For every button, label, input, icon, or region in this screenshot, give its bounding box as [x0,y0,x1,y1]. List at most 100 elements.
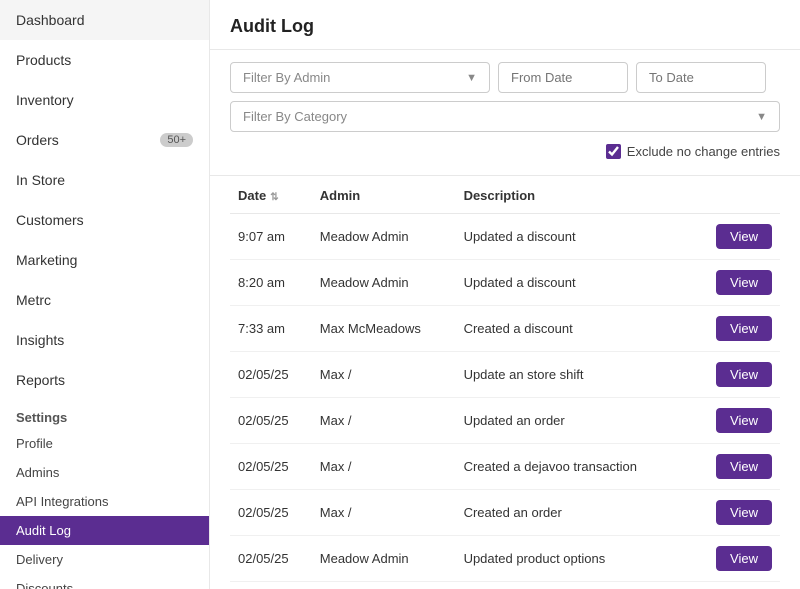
filter-admin-dropdown[interactable]: Filter By Admin ▼ [230,62,490,93]
filter-admin-label: Filter By Admin [243,70,330,85]
filter-category-dropdown[interactable]: Filter By Category ▼ [230,101,780,132]
cell-description-2: Created a discount [456,306,692,352]
table-body: 9:07 amMeadow AdminUpdated a discountVie… [230,214,780,589]
sidebar-item-label-instore: In Store [16,172,65,188]
cell-admin-8: Max / [312,582,456,589]
chevron-down-icon: ▼ [466,72,477,84]
sidebar-item-insights[interactable]: Insights [0,320,209,360]
table-row: 9:07 amMeadow AdminUpdated a discount Vie… [230,214,780,260]
cell-description-0: Updated a discount [456,214,692,260]
cell-description-4: Updated an order [456,398,692,444]
filter-category-label: Filter By Category [243,109,347,124]
cell-action-2: View [692,306,780,352]
to-date-input[interactable] [636,62,766,93]
settings-section-label: Settings [0,400,209,429]
sidebar-item-marketing[interactable]: Marketing [0,240,209,280]
sidebar-item-instore[interactable]: In Store [0,160,209,200]
table-row: 02/05/25Max /Created a dejavoo transacti… [230,444,780,490]
cell-admin-1: Meadow Admin [312,260,456,306]
chevron-down-icon-2: ▼ [756,111,767,123]
sidebar-sub-item-api-integrations[interactable]: API Integrations [0,487,209,516]
sidebar-item-products[interactable]: Products [0,40,209,80]
view-button-3[interactable]: View [716,362,772,387]
page-title: Audit Log [230,16,780,37]
cell-description-3: Update an store shift [456,352,692,398]
sidebar-item-customers[interactable]: Customers [0,200,209,240]
col-header-action [692,176,780,214]
col-header-description: Description [456,176,692,214]
table-row: 8:20 amMeadow AdminUpdated a discount Vie… [230,260,780,306]
sidebar-item-label-dashboard: Dashboard [16,12,85,28]
cell-description-8: Updated an order [456,582,692,589]
cell-date-0: 9:07 am [230,214,312,260]
sidebar-item-label-metrc: Metrc [16,292,51,308]
table-header: Date⇅AdminDescription [230,176,780,214]
view-button-2[interactable]: View [716,316,772,341]
filter-row-2: Filter By Category ▼ [230,101,780,132]
cell-admin-5: Max / [312,444,456,490]
sidebar-item-label-marketing: Marketing [16,252,77,268]
view-button-5[interactable]: View [716,454,772,479]
col-header-admin: Admin [312,176,456,214]
view-button-6[interactable]: View [716,500,772,525]
sidebar-item-orders[interactable]: Orders 50+ [0,120,209,160]
cell-action-3: View [692,352,780,398]
cell-admin-2: Max McMeadows [312,306,456,352]
cell-action-6: View [692,490,780,536]
sidebar-item-dashboard[interactable]: Dashboard [0,0,209,40]
cell-date-3: 02/05/25 [230,352,312,398]
cell-description-7: Updated product options [456,536,692,582]
sidebar-badge-orders: 50+ [160,133,193,147]
sidebar-item-label-insights: Insights [16,332,64,348]
cell-admin-4: Max / [312,398,456,444]
view-button-4[interactable]: View [716,408,772,433]
cell-action-1: View [692,260,780,306]
audit-log-table-container: Date⇅AdminDescription 9:07 amMeadow Admi… [210,176,800,589]
cell-admin-7: Meadow Admin [312,536,456,582]
cell-date-2: 7:33 am [230,306,312,352]
filter-row-1: Filter By Admin ▼ [230,62,780,93]
sidebar-item-reports[interactable]: Reports [0,360,209,400]
exclude-checkbox[interactable] [606,144,621,159]
cell-action-4: View [692,398,780,444]
from-date-input[interactable] [498,62,628,93]
sidebar-sub-item-admins[interactable]: Admins [0,458,209,487]
sidebar-item-label-products: Products [16,52,71,68]
audit-log-table: Date⇅AdminDescription 9:07 amMeadow Admi… [230,176,780,589]
sidebar-sub-item-delivery[interactable]: Delivery [0,545,209,574]
sidebar-item-label-reports: Reports [16,372,65,388]
cell-action-7: View [692,536,780,582]
cell-date-4: 02/05/25 [230,398,312,444]
sidebar-item-label-inventory: Inventory [16,92,74,108]
cell-description-1: Updated a discount [456,260,692,306]
table-row: 02/05/25Meadow AdminUpdated product opti… [230,536,780,582]
cell-action-8: View [692,582,780,589]
table-row: 7:33 amMax McMeadowsCreated a discount Vi… [230,306,780,352]
sidebar-item-inventory[interactable]: Inventory [0,80,209,120]
cell-date-5: 02/05/25 [230,444,312,490]
table-row: 02/05/25Max /Updated an order View [230,398,780,444]
cell-action-5: View [692,444,780,490]
view-button-0[interactable]: View [716,224,772,249]
view-button-1[interactable]: View [716,270,772,295]
cell-action-0: View [692,214,780,260]
sort-icon: ⇅ [270,192,278,203]
sidebar-item-label-customers: Customers [16,212,84,228]
sidebar-item-label-orders: Orders [16,132,59,148]
table-row: 02/04/25Max /Updated an orderView [230,582,780,589]
sidebar-sub-item-audit-log[interactable]: Audit Log [0,516,209,545]
table-row: 02/05/25Max /Update an store shift View [230,352,780,398]
cell-admin-0: Meadow Admin [312,214,456,260]
table-row: 02/05/25Max /Created an orderView [230,490,780,536]
sidebar-sub-item-profile[interactable]: Profile [0,429,209,458]
cell-date-8: 02/04/25 [230,582,312,589]
sidebar: Dashboard Products Inventory Orders 50+ In St… [0,0,210,589]
cell-admin-3: Max / [312,352,456,398]
col-header-date[interactable]: Date⇅ [230,176,312,214]
cell-date-7: 02/05/25 [230,536,312,582]
view-button-7[interactable]: View [716,546,772,571]
page-header: Audit Log [210,0,800,50]
sidebar-sub-item-discounts[interactable]: Discounts [0,574,209,589]
cell-date-1: 8:20 am [230,260,312,306]
sidebar-item-metrc[interactable]: Metrc [0,280,209,320]
